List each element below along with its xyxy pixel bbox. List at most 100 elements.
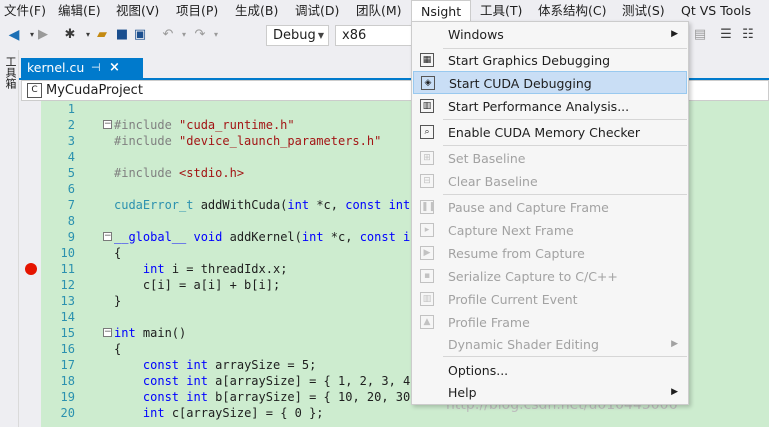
redo-dropdown-icon[interactable]: ▾ [208, 27, 224, 43]
solution-configuration-select[interactable]: Debug ▼ [266, 25, 329, 46]
new-project-icon[interactable]: ✱ [62, 27, 78, 43]
capture-next-frame-icon: ▸ [420, 223, 434, 237]
menu-build[interactable]: 生成(B) [235, 0, 278, 22]
menu-item-label: Clear Baseline [448, 174, 538, 189]
menu-item-serialize-capture[interactable]: ▪ Serialize Capture to C/C++ [413, 265, 687, 288]
line-number: 7 [67, 198, 75, 212]
menu-team[interactable]: 团队(M) [356, 0, 402, 22]
code-text: #include "device_launch_parameters.h" [114, 134, 382, 148]
menu-item-capture-next-frame[interactable]: ▸ Capture Next Frame [413, 219, 687, 242]
toolbox-strip[interactable]: 工具箱 [0, 50, 19, 427]
menu-item-start-performance-analysis[interactable]: ▥ Start Performance Analysis... [413, 95, 687, 118]
line-number: 5 [67, 166, 75, 180]
menu-item-pause-and-capture-frame[interactable]: ❚❚ Pause and Capture Frame [413, 196, 687, 219]
profile-frame-icon: ▲ [420, 315, 434, 329]
clear-baseline-icon: ⊟ [420, 174, 434, 188]
menu-item-resume-from-capture[interactable]: ▶ Resume from Capture [413, 242, 687, 265]
breakpoint-icon[interactable] [25, 263, 37, 275]
menu-item-label: Windows [448, 27, 504, 42]
menu-item-start-cuda-debugging[interactable]: ◈ Start CUDA Debugging [413, 71, 687, 94]
code-text: { [114, 342, 122, 356]
code-text: #include "cuda_runtime.h" [114, 118, 295, 132]
collapse-icon[interactable]: − [103, 120, 112, 129]
code-text: const int arraySize = 5; [142, 358, 317, 372]
nsight-menu-dropdown: Windows ▶ ▦ Start Graphics Debugging ◈ S… [411, 21, 689, 405]
profile-event-icon: ▥ [420, 292, 434, 306]
code-text: int i = threadIdx.x; [142, 262, 288, 276]
code-text: c[i] = a[i] + b[i]; [114, 278, 281, 292]
menu-debug[interactable]: 调试(D) [295, 0, 339, 22]
solution-platform-select[interactable]: x86 [335, 25, 411, 46]
line-number: 16 [60, 342, 75, 356]
outdent-icon[interactable]: ☰ [718, 27, 734, 43]
menu-item-label: Set Baseline [448, 151, 526, 166]
menu-item-label: Serialize Capture to C/C++ [448, 269, 618, 284]
line-number: 3 [67, 134, 75, 148]
menu-test[interactable]: 测试(S) [622, 0, 665, 22]
set-baseline-icon: ⊞ [420, 151, 434, 165]
menu-item-label: Enable CUDA Memory Checker [448, 125, 641, 140]
line-number: 17 [60, 358, 75, 372]
line-number: 15 [60, 326, 75, 340]
line-number: 14 [60, 310, 75, 324]
menu-item-dynamic-shader-editing[interactable]: Dynamic Shader Editing ▶ [413, 333, 687, 356]
tab-kernel-cu[interactable]: kernel.cu ⊣ × [21, 58, 143, 78]
menu-architecture[interactable]: 体系结构(C) [538, 0, 606, 22]
undo-icon[interactable]: ↶ [160, 27, 176, 43]
line-number: 10 [60, 246, 75, 260]
line-number: 9 [67, 230, 75, 244]
menu-item-options[interactable]: Options... [413, 359, 687, 382]
menu-item-label: Start CUDA Debugging [449, 76, 592, 91]
redo-icon[interactable]: ↷ [192, 27, 208, 43]
pin-icon[interactable]: ⊣ [91, 58, 101, 78]
close-icon[interactable]: × [109, 58, 120, 78]
menu-item-set-baseline[interactable]: ⊞ Set Baseline [413, 147, 687, 170]
line-number: 1 [67, 102, 75, 116]
line-number: 18 [60, 374, 75, 388]
menu-bar: 文件(F) 编辑(E) 视图(V) 项目(P) 生成(B) 调试(D) 团队(M… [0, 0, 769, 22]
menu-item-help[interactable]: Help ▶ [413, 381, 687, 404]
line-number: 11 [60, 262, 75, 276]
menu-separator [443, 145, 687, 146]
line-number: 2 [67, 118, 75, 132]
line-number: 20 [60, 406, 75, 420]
menu-item-start-graphics-debugging[interactable]: ▦ Start Graphics Debugging [413, 49, 687, 72]
collapse-icon[interactable]: − [103, 232, 112, 241]
performance-analysis-icon: ▥ [420, 99, 434, 113]
menu-item-label: Start Graphics Debugging [448, 53, 611, 68]
menu-item-enable-cuda-memory-checker[interactable]: ⌕ Enable CUDA Memory Checker [413, 121, 687, 144]
line-number: 6 [67, 182, 75, 196]
menu-item-label: Profile Current Event [448, 292, 578, 307]
menu-file[interactable]: 文件(F) [4, 0, 46, 22]
menu-project[interactable]: 项目(P) [176, 0, 218, 22]
menu-item-label: Options... [448, 363, 509, 378]
save-all-icon[interactable]: ▣ [132, 27, 148, 43]
menu-item-label: Resume from Capture [448, 246, 585, 261]
back-icon[interactable]: ◀ [6, 27, 22, 43]
comment-icon[interactable]: ▤ [692, 27, 708, 43]
menu-item-clear-baseline[interactable]: ⊟ Clear Baseline [413, 170, 687, 193]
forward-icon[interactable]: ▶ [35, 27, 51, 43]
code-text: int main() [114, 326, 187, 340]
menu-item-profile-frame[interactable]: ▲ Profile Frame [413, 311, 687, 334]
collapse-icon[interactable]: − [103, 328, 112, 337]
chevron-down-icon: ▼ [317, 31, 324, 40]
code-text: #include <stdio.h> [114, 166, 245, 180]
menu-item-windows[interactable]: Windows ▶ [413, 23, 687, 46]
indent-icon[interactable]: ☷ [740, 27, 756, 43]
menu-item-label: Help [448, 385, 477, 400]
menu-edit[interactable]: 编辑(E) [58, 0, 101, 22]
undo-dropdown-icon[interactable]: ▾ [176, 27, 192, 43]
open-file-icon[interactable]: ▰ [94, 27, 110, 43]
code-text: const int a[arraySize] = { 1, 2, 3, 4, [142, 374, 418, 388]
save-icon[interactable]: ■ [114, 27, 130, 43]
menu-item-label: Capture Next Frame [448, 223, 574, 238]
menu-item-label: Profile Frame [448, 315, 530, 330]
menu-qt-vs-tools[interactable]: Qt VS Tools [681, 0, 751, 22]
menu-item-profile-current-event[interactable]: ▥ Profile Current Event [413, 288, 687, 311]
menu-nsight[interactable]: Nsight [411, 0, 472, 22]
submenu-arrow-icon: ▶ [671, 339, 678, 349]
project-icon: C [27, 83, 42, 98]
menu-view[interactable]: 视图(V) [116, 0, 159, 22]
menu-tools[interactable]: 工具(T) [480, 0, 522, 22]
